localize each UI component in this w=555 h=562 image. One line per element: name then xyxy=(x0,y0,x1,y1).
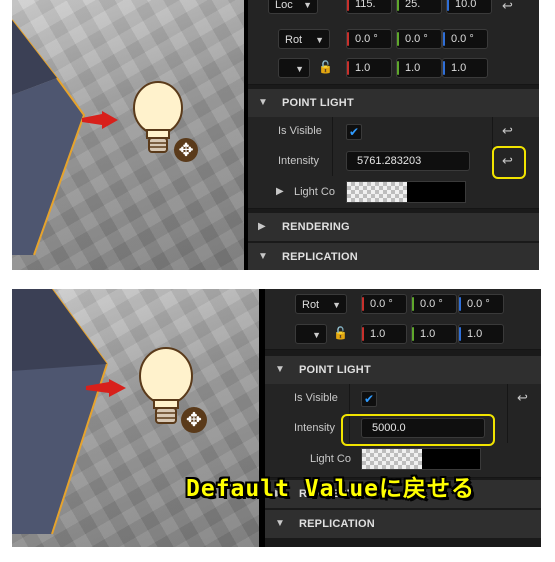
light-color-row: ▶ Light Co xyxy=(248,176,539,209)
level-viewport[interactable]: ✥ xyxy=(12,0,244,270)
rotation-z-field[interactable]: 0.0 ° xyxy=(458,294,504,314)
location-y-field[interactable]: 25. xyxy=(396,0,442,14)
chevron-right-icon[interactable]: ▶ xyxy=(276,186,284,197)
scale-x-field[interactable]: 1.0 xyxy=(361,324,407,344)
svg-text:✥: ✥ xyxy=(178,140,193,161)
is-visible-row: Is Visible ✔ ↩ xyxy=(265,384,541,414)
checkmark-icon: ✔ xyxy=(348,125,360,139)
annotation-caption: Default Valueに戻せる xyxy=(186,476,476,502)
reset-to-default-arrow-icon[interactable]: ↩ xyxy=(502,0,513,14)
scale-row: ▼ 🔓 1.0 1.0 1.0 xyxy=(265,319,541,350)
details-panel: Loc ▼ 115. 25. 10.0 ↩ Rot ▼ 0.0 ° 0.0 ° 0.… xyxy=(248,0,539,270)
rotation-x-field[interactable]: 0.0 ° xyxy=(361,294,407,314)
svg-text:✥: ✥ xyxy=(186,409,202,431)
reset-to-default-arrow-icon[interactable]: ↩ xyxy=(502,123,513,139)
scale-x-field[interactable]: 1.0 xyxy=(346,58,392,78)
scale-y-field[interactable]: 1.0 xyxy=(411,324,457,344)
light-color-swatch[interactable] xyxy=(346,181,466,203)
intensity-label: Intensity xyxy=(294,422,335,434)
lock-icon[interactable]: 🔓 xyxy=(318,60,333,74)
is-visible-row: Is Visible ✔ ↩ xyxy=(248,117,539,147)
section-title: POINT LIGHT xyxy=(299,364,371,376)
section-title: REPLICATION xyxy=(282,251,358,263)
scale-z-field[interactable]: 1.0 xyxy=(442,58,488,78)
section-replication[interactable]: ▼ REPLICATION xyxy=(265,510,541,538)
checkmark-icon: ✔ xyxy=(363,392,375,406)
is-visible-checkbox[interactable]: ✔ xyxy=(361,391,377,407)
light-color-swatch[interactable] xyxy=(361,448,481,470)
light-direction-arrow-icon xyxy=(82,111,118,129)
rotation-z-field[interactable]: 0.0 ° xyxy=(442,29,488,49)
section-title: RENDERING xyxy=(282,221,350,233)
location-x-field[interactable]: 115. xyxy=(346,0,392,14)
level-viewport[interactable]: ✥ xyxy=(12,289,259,547)
section-point-light[interactable]: ▼ POINT LIGHT xyxy=(265,356,541,384)
section-replication[interactable]: ▼ REPLICATION xyxy=(248,243,539,270)
intensity-label: Intensity xyxy=(278,155,319,167)
is-visible-label: Is Visible xyxy=(294,392,338,404)
scale-dropdown[interactable]: ▼ xyxy=(295,324,327,344)
screenshot-before: ✥ Loc ▼ 115. 25. 10.0 ↩ Rot ▼ 0.0 ° 0.0 ° … xyxy=(12,0,539,270)
chevron-down-icon: ▼ xyxy=(258,251,268,262)
chevron-down-icon: ▼ xyxy=(275,518,285,529)
chevron-down-icon: ▼ xyxy=(312,330,321,340)
chevron-down-icon: ▼ xyxy=(258,97,268,108)
rotation-x-field[interactable]: 0.0 ° xyxy=(346,29,392,49)
rotation-row: Rot ▼ 0.0 ° 0.0 ° 0.0 ° xyxy=(248,26,539,55)
location-z-field[interactable]: 10.0 xyxy=(446,0,492,14)
scale-z-field[interactable]: 1.0 xyxy=(458,324,504,344)
is-visible-checkbox[interactable]: ✔ xyxy=(346,124,362,140)
scale-dropdown[interactable]: ▼ xyxy=(278,58,310,78)
section-title: POINT LIGHT xyxy=(282,97,354,109)
light-direction-arrow-icon xyxy=(86,379,126,397)
location-row: Loc ▼ 115. 25. 10.0 ↩ xyxy=(248,0,539,27)
light-color-label: Light Co xyxy=(310,453,351,465)
chevron-down-icon: ▼ xyxy=(332,300,341,310)
reset-highlight-box xyxy=(492,146,526,179)
chevron-down-icon: ▼ xyxy=(295,64,304,74)
rotation-row: Rot ▼ 0.0 ° 0.0 ° 0.0 ° xyxy=(265,289,541,320)
section-point-light[interactable]: ▼ POINT LIGHT xyxy=(248,89,539,117)
rotation-dropdown[interactable]: Rot ▼ xyxy=(295,294,347,314)
chevron-down-icon: ▼ xyxy=(275,364,285,375)
chevron-right-icon: ▶ xyxy=(258,221,266,232)
is-visible-label: Is Visible xyxy=(278,125,322,137)
rotation-y-field[interactable]: 0.0 ° xyxy=(396,29,442,49)
section-rendering[interactable]: ▶ RENDERING xyxy=(248,213,539,241)
point-light-bulb-icon[interactable]: ✥ xyxy=(80,78,200,173)
section-title: REPLICATION xyxy=(299,518,375,530)
chevron-down-icon: ▼ xyxy=(303,0,312,10)
screenshot-after: ✥ Rot ▼ 0.0 ° 0.0 ° 0.0 ° ▼ 🔓 1.0 1.0 1.0… xyxy=(12,289,541,547)
lock-icon[interactable]: 🔓 xyxy=(333,326,348,340)
rotation-y-field[interactable]: 0.0 ° xyxy=(411,294,457,314)
intensity-highlight-box xyxy=(341,414,495,446)
location-dropdown[interactable]: Loc ▼ xyxy=(268,0,318,14)
intensity-field[interactable]: 5761.283203 xyxy=(346,151,470,171)
light-color-label: Light Co xyxy=(294,186,335,198)
rotation-dropdown[interactable]: Rot ▼ xyxy=(278,29,330,49)
scale-row: ▼ 🔓 1.0 1.0 1.0 xyxy=(248,54,539,85)
point-light-bulb-icon[interactable]: ✥ xyxy=(84,344,209,444)
reset-to-default-arrow-icon[interactable]: ↩ xyxy=(517,390,528,406)
chevron-down-icon: ▼ xyxy=(315,35,324,45)
details-panel: Rot ▼ 0.0 ° 0.0 ° 0.0 ° ▼ 🔓 1.0 1.0 1.0 ▼… xyxy=(265,289,541,547)
scale-y-field[interactable]: 1.0 xyxy=(396,58,442,78)
